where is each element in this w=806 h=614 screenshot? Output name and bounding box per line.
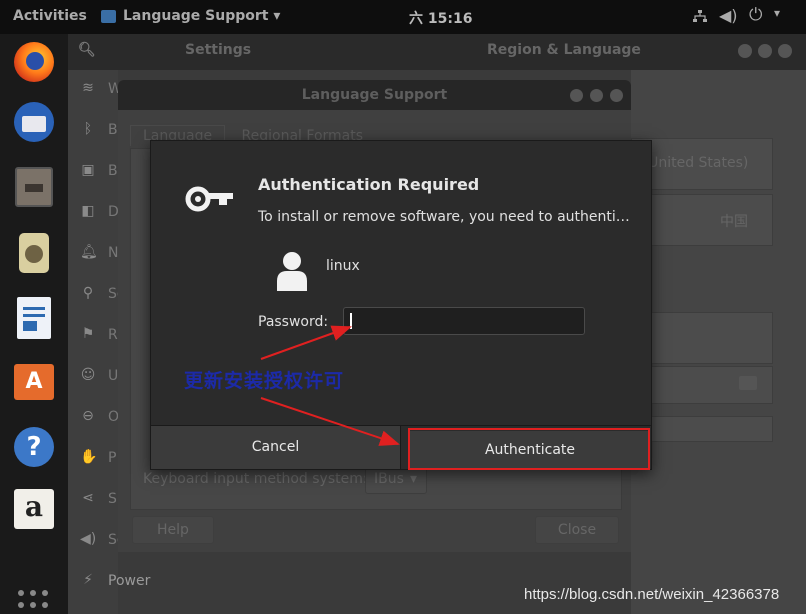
arrow-to-password [260, 325, 352, 360]
desktop: Activities Language Support ▾ 六 15:16 ◀)… [0, 0, 806, 614]
annotation-arrows [260, 325, 400, 446]
annotation-text: 更新安装授权许可 [184, 370, 345, 392]
arrow-to-authenticate [260, 397, 400, 446]
watermark: https://blog.csdn.net/weixin_42366378 [524, 586, 780, 603]
